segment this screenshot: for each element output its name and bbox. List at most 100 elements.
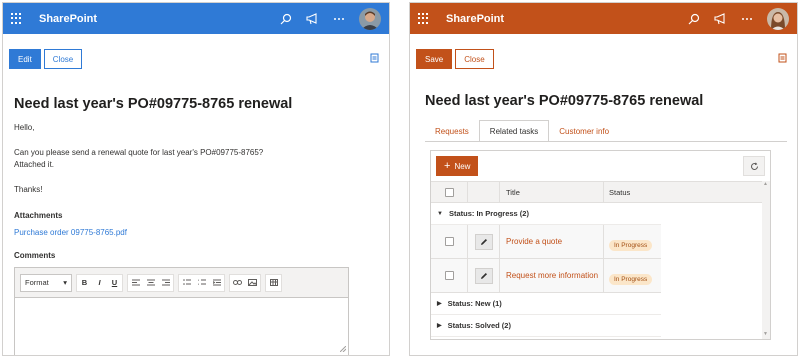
scroll-down-icon[interactable]: ▼ xyxy=(763,331,768,337)
save-button[interactable]: Save xyxy=(416,49,453,69)
table-row[interactable]: Request more information In Progress xyxy=(431,259,661,293)
grid-toolbar: + New xyxy=(431,151,770,181)
refresh-button[interactable] xyxy=(743,156,765,176)
megaphone-icon[interactable] xyxy=(306,12,319,25)
link-icon[interactable] xyxy=(230,275,245,291)
insert-group xyxy=(229,273,261,292)
left-form-panel: SharePoint Edit Close Need last year's P… xyxy=(2,2,390,356)
row-checkbox-cell[interactable] xyxy=(431,225,467,258)
group-label: Status: Solved (2) xyxy=(447,321,511,330)
group-label: Status: New (1) xyxy=(447,299,502,308)
close-button[interactable]: Close xyxy=(43,49,83,69)
align-center-icon[interactable] xyxy=(143,275,158,291)
document-icon[interactable] xyxy=(370,53,379,65)
command-bar: Save Close xyxy=(410,47,797,71)
suite-bar: SharePoint xyxy=(3,3,389,34)
edit-button[interactable]: Edit xyxy=(9,49,41,69)
edit-row-button[interactable] xyxy=(474,233,493,250)
command-bar: Edit Close xyxy=(3,47,389,71)
avatar[interactable] xyxy=(767,7,789,30)
row-title-link[interactable]: Request more information xyxy=(506,271,598,280)
edit-column-header xyxy=(467,182,499,202)
suite-bar: SharePoint xyxy=(410,3,797,34)
column-header-status[interactable]: Status xyxy=(603,182,661,202)
pencil-icon xyxy=(480,238,487,245)
brand-name[interactable]: SharePoint xyxy=(446,13,504,25)
chevron-down-icon: ▾ xyxy=(63,278,67,287)
document-icon[interactable] xyxy=(778,53,787,65)
page-title: Need last year's PO#09775-8765 renewal xyxy=(425,93,704,109)
brand-name[interactable]: SharePoint xyxy=(39,13,97,25)
align-right-icon[interactable] xyxy=(158,275,173,291)
waffle-icon[interactable] xyxy=(418,12,430,25)
align-group xyxy=(127,273,174,292)
group-header-solved[interactable]: ▶ Status: Solved (2) xyxy=(431,315,661,337)
table-row[interactable]: Provide a quote In Progress xyxy=(431,225,661,259)
more-icon[interactable] xyxy=(741,17,753,21)
related-tasks-grid: + New Title Status ▼ Status: In Progress… xyxy=(430,150,771,340)
row-checkbox[interactable] xyxy=(444,271,454,280)
grid-header: Title Status xyxy=(431,181,770,203)
tab-divider xyxy=(425,141,787,142)
tab-requests[interactable]: Requests xyxy=(425,120,479,142)
table-group xyxy=(265,273,282,292)
table-icon[interactable] xyxy=(266,275,281,291)
new-button-label: New xyxy=(454,161,471,171)
italic-button[interactable]: I xyxy=(92,275,107,291)
more-icon[interactable] xyxy=(333,17,345,21)
comments-editor[interactable]: Format ▾ B I U xyxy=(14,267,349,355)
scroll-up-icon[interactable]: ▲ xyxy=(763,181,768,187)
right-form-panel: SharePoint Save Close Need last year's P… xyxy=(409,2,798,356)
bulleted-list-icon[interactable] xyxy=(179,275,194,291)
caret-right-icon: ▶ xyxy=(437,323,442,329)
format-dropdown[interactable]: Format ▾ xyxy=(20,273,72,292)
status-badge: In Progress xyxy=(609,274,653,285)
group-header-new[interactable]: ▶ Status: New (1) xyxy=(431,293,661,315)
attachment-link[interactable]: Purchase order 09775-8765.pdf xyxy=(14,228,127,237)
grid-scrollbar[interactable] xyxy=(762,181,770,339)
row-status-cell: In Progress xyxy=(603,225,661,258)
tab-customer-info[interactable]: Customer info xyxy=(549,120,619,142)
underline-button[interactable]: U xyxy=(107,275,122,291)
numbered-list-icon[interactable] xyxy=(194,275,209,291)
group-label: Status: In Progress (2) xyxy=(448,209,529,218)
text-style-group: B I U xyxy=(76,273,123,292)
pencil-icon xyxy=(480,272,487,279)
caret-down-icon: ▼ xyxy=(437,210,443,217)
row-title-cell: Provide a quote xyxy=(499,225,603,258)
megaphone-icon[interactable] xyxy=(714,12,727,25)
caret-right-icon: ▶ xyxy=(437,301,442,307)
waffle-icon[interactable] xyxy=(11,12,23,25)
edit-row-button[interactable] xyxy=(474,267,493,284)
avatar[interactable] xyxy=(359,7,381,30)
edit-cell xyxy=(467,259,499,292)
search-icon[interactable] xyxy=(688,13,700,25)
list-group xyxy=(178,273,225,292)
comments-label: Comments xyxy=(14,251,56,260)
body-line-1: Can you please send a renewal quote for … xyxy=(14,148,264,157)
search-icon[interactable] xyxy=(280,13,292,25)
new-button[interactable]: + New xyxy=(436,156,479,176)
column-header-title[interactable]: Title xyxy=(499,182,603,202)
align-left-icon[interactable] xyxy=(128,275,143,291)
format-label: Format xyxy=(25,278,49,287)
image-icon[interactable] xyxy=(245,275,260,291)
close-button[interactable]: Close xyxy=(455,49,494,69)
select-all-checkbox-cell[interactable] xyxy=(431,182,467,202)
body-signoff: Thanks! xyxy=(14,185,43,194)
row-checkbox[interactable] xyxy=(444,237,454,246)
indent-icon[interactable] xyxy=(209,275,224,291)
body-line-2: Attached it. xyxy=(14,160,55,169)
form-tabs: Requests Related tasks Customer info xyxy=(425,120,619,142)
row-checkbox-cell[interactable] xyxy=(431,259,467,292)
bold-button[interactable]: B xyxy=(77,275,92,291)
body-greeting: Hello, xyxy=(14,123,35,132)
refresh-icon xyxy=(750,161,758,170)
select-all-checkbox[interactable] xyxy=(444,187,454,197)
tab-related-tasks[interactable]: Related tasks xyxy=(478,120,550,142)
resize-grip-icon[interactable] xyxy=(339,344,347,354)
group-header-in-progress[interactable]: ▼ Status: In Progress (2) xyxy=(431,203,661,225)
row-title-link[interactable]: Provide a quote xyxy=(506,237,562,246)
plus-icon: + xyxy=(444,159,451,172)
row-status-cell: In Progress xyxy=(603,259,661,292)
